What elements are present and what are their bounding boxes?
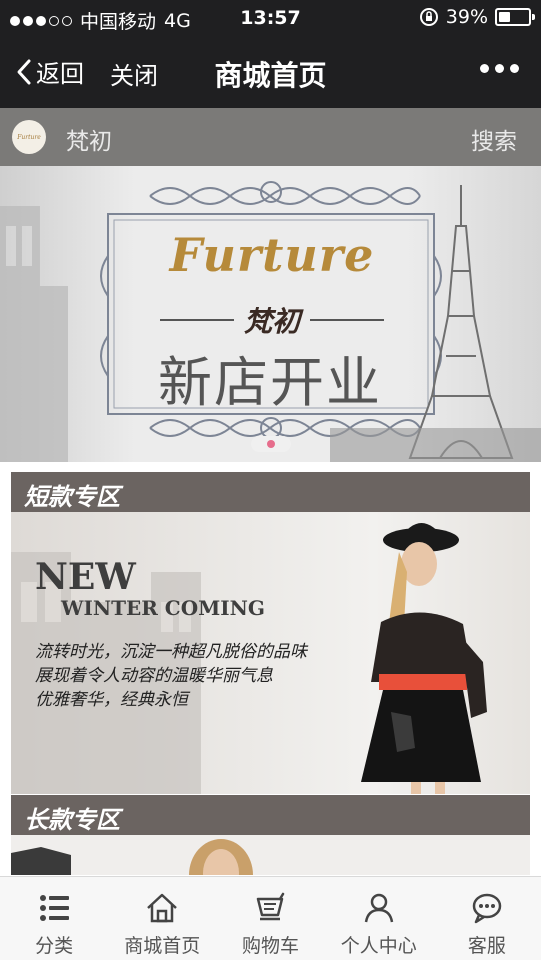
promo-line: 流转时光，沉淀一种超凡脱俗的品味 (35, 642, 307, 662)
battery-icon (495, 8, 535, 26)
cart-icon (256, 892, 284, 921)
shop-logo[interactable]: Furture (12, 120, 46, 154)
tab-label: 分类 (35, 935, 74, 957)
page-title: 商城首页 (214, 59, 327, 92)
banner-sub-row: 梵初 (160, 300, 385, 340)
shop-name[interactable]: 梵初 (66, 122, 112, 156)
tab-label: 客服 (467, 935, 506, 957)
tab-profile[interactable]: 个人中心 (325, 877, 433, 960)
section-header[interactable]: 短款专区 (11, 472, 530, 512)
tab-label: 商城首页 (124, 935, 201, 957)
carousel-indicator[interactable] (251, 436, 291, 452)
banner-brand: Furture (169, 228, 375, 282)
promo-title: NEW (35, 556, 136, 598)
more-menu-icon[interactable] (480, 64, 519, 73)
tab-label: 个人中心 (340, 935, 417, 957)
section-long: 长款专区 (11, 795, 530, 875)
home-icon (147, 893, 178, 923)
banner-headline: 新店开业 (158, 351, 382, 414)
banner-carousel[interactable]: Furture 梵初 新店开业 (0, 166, 541, 462)
tab-cart[interactable]: 购物车 (216, 877, 324, 960)
tab-label: 购物车 (242, 935, 300, 957)
list-icon (40, 895, 70, 921)
battery-percent: 39% (445, 6, 488, 28)
tab-category[interactable]: 分类 (0, 877, 108, 960)
promo-text: 流转时光，沉淀一种超凡脱俗的品味 展现着令人动容的温暖华丽气息 优雅奢华，经典永… (35, 640, 307, 712)
promo-line: 优雅奢华，经典永恒 (35, 690, 188, 710)
banner-sub: 梵初 (244, 305, 301, 338)
chat-icon (472, 893, 502, 924)
section-short: 短款专区 NEW WINTER COMING 流转时光，沉淀一种超凡脱俗的品味 … (11, 472, 530, 794)
promo-line: 展现着令人动容的温暖华丽气息 (35, 666, 273, 686)
promo-subtitle: WINTER COMING (61, 596, 266, 620)
promo-banner[interactable]: NEW WINTER COMING 流转时光，沉淀一种超凡脱俗的品味 展现着令人… (11, 512, 530, 794)
status-right: 39% (419, 6, 535, 28)
bottom-tab-bar: 分类 商城首页 购物车 个人中心 客服 (0, 876, 541, 960)
tab-home[interactable]: 商城首页 (108, 877, 216, 960)
section-header[interactable]: 长款专区 (11, 795, 530, 835)
shop-logo-text: Furture (17, 133, 41, 141)
promo-banner-2[interactable] (11, 835, 530, 875)
promo-illustration-2 (11, 835, 530, 875)
user-icon (364, 893, 393, 923)
status-bar: 中国移动 4G 13:57 39% (0, 0, 541, 36)
search-button[interactable]: 搜索 (471, 122, 517, 156)
tab-service[interactable]: 客服 (433, 877, 541, 960)
nav-bar: 返回 关闭 商城首页 (0, 36, 541, 108)
rotation-lock-icon (419, 8, 438, 26)
shop-bar: Furture 梵初 搜索 (0, 108, 541, 166)
carousel-dot-active (267, 440, 275, 448)
